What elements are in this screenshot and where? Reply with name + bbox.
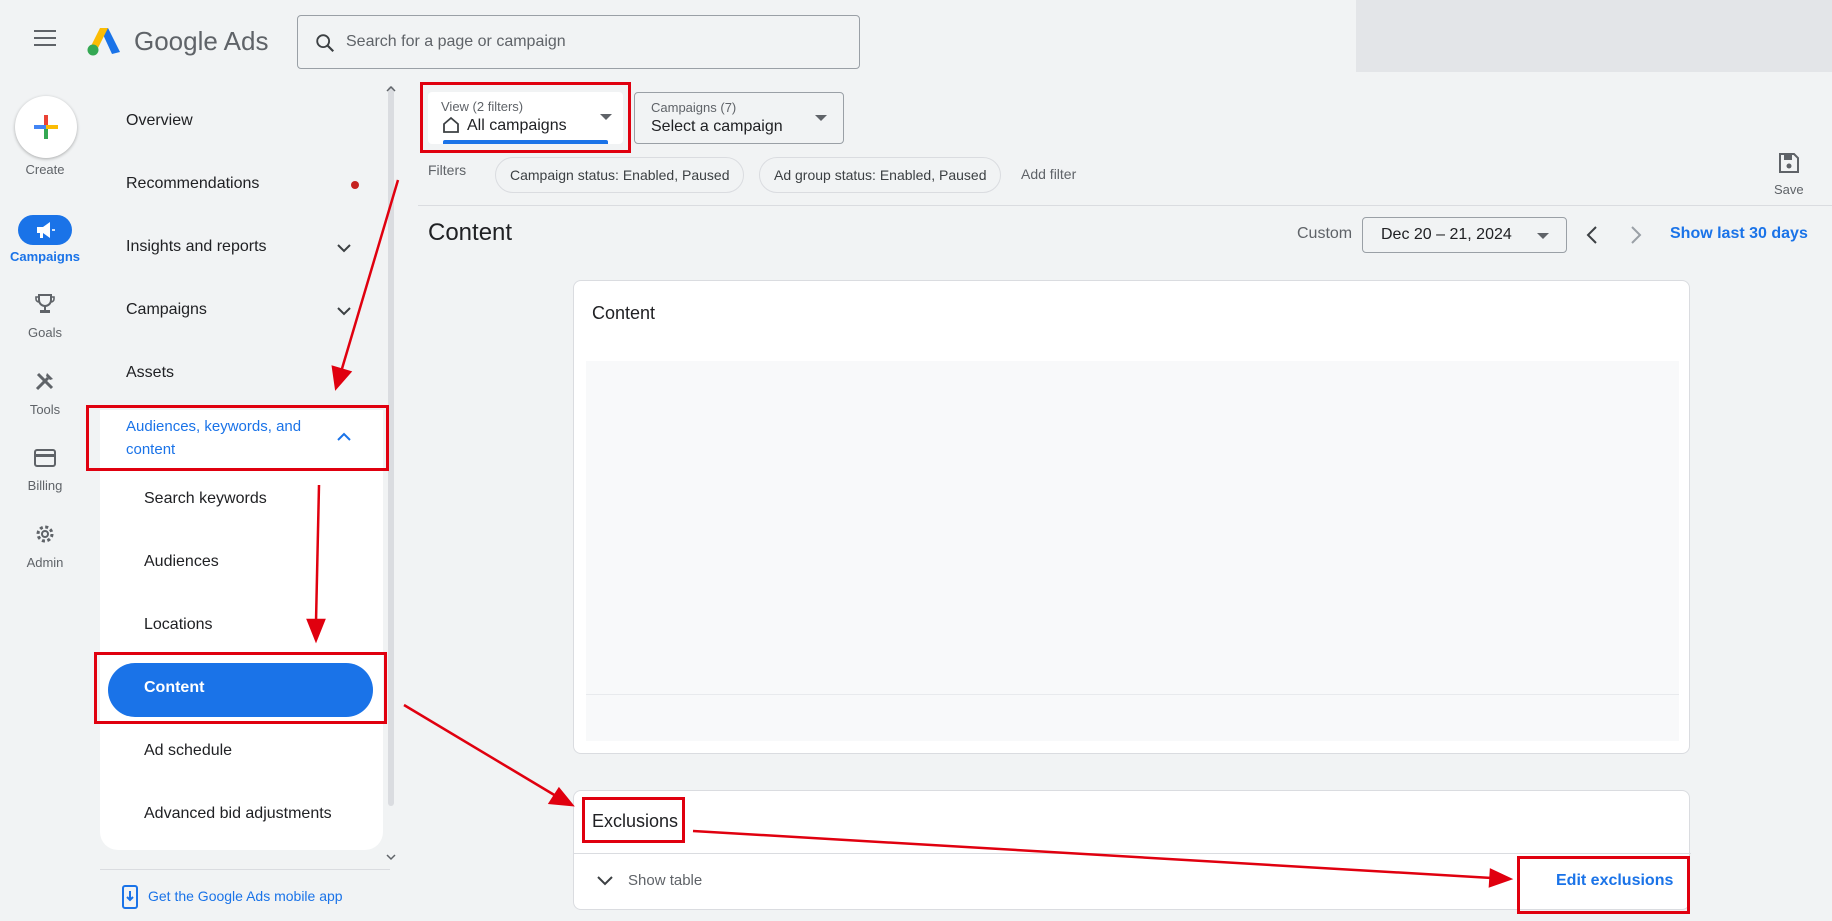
campaign-count: Campaigns (7) [651, 100, 737, 115]
save-label[interactable]: Save [1774, 182, 1804, 197]
date-range-picker[interactable]: Dec 20 – 21, 2024 [1362, 217, 1567, 253]
chevron-down-icon[interactable] [596, 875, 614, 887]
trophy-icon[interactable] [33, 292, 57, 316]
show-table-toggle[interactable]: Show table [628, 872, 702, 889]
credit-card-icon[interactable] [33, 446, 57, 470]
mobile-download-icon[interactable] [122, 885, 138, 909]
rail-admin-label[interactable]: Admin [0, 555, 90, 570]
rail-tools-label[interactable]: Tools [0, 402, 90, 417]
chevron-down-icon[interactable] [336, 306, 352, 316]
annotation-box-audiences-group [86, 405, 389, 471]
caret-down-icon [815, 115, 827, 121]
rail-goals-label[interactable]: Goals [0, 325, 90, 340]
annotation-box-view-filter [420, 82, 631, 153]
search-box[interactable] [297, 15, 860, 69]
nav-subitems-panel [100, 410, 383, 850]
nav-ad-schedule[interactable]: Ad schedule [144, 742, 232, 760]
filter-chip-ad-group-status[interactable]: Ad group status: Enabled, Paused [759, 157, 1002, 193]
content-card: Content [573, 280, 1690, 754]
show-last-30-days-button[interactable]: Show last 30 days [1670, 225, 1808, 243]
nav-advanced-bid-adjustments[interactable]: Advanced bid adjustments [144, 805, 332, 823]
gear-icon[interactable] [33, 522, 57, 546]
annotation-box-exclusions-title [582, 797, 685, 843]
filter-chip-campaign-status[interactable]: Campaign status: Enabled, Paused [495, 157, 745, 193]
page-title: Content [428, 219, 513, 246]
megaphone-icon [37, 222, 55, 238]
plus-icon [34, 115, 58, 139]
annotation-box-edit-exclusions [1517, 856, 1690, 914]
nav-divider [100, 869, 390, 870]
nav-recommendations[interactable]: Recommendations [126, 175, 259, 193]
mobile-app-link[interactable]: Get the Google Ads mobile app [148, 888, 343, 904]
date-range-type: Custom [1297, 225, 1353, 242]
save-icon[interactable] [1778, 152, 1800, 174]
nav-overview[interactable]: Overview [126, 112, 193, 130]
content-card-divider [586, 694, 1679, 695]
campaign-selector-value: Select a campaign [651, 118, 783, 135]
top-header: Google Ads [0, 0, 1832, 72]
create-button[interactable] [15, 96, 77, 158]
create-label: Create [25, 162, 65, 177]
nav-insights-and-reports[interactable]: Insights and reports [126, 238, 267, 256]
nav-campaigns[interactable]: Campaigns [126, 301, 207, 319]
header-right-area [1356, 0, 1832, 72]
google-ads-logo-icon [87, 28, 120, 56]
search-icon [316, 34, 335, 53]
content-card-title: Content [592, 303, 656, 323]
content-card-chart-area [586, 361, 1679, 741]
chevron-down-icon[interactable] [336, 243, 352, 253]
add-filter-button[interactable]: Add filter [1021, 166, 1076, 182]
rail-campaigns-button[interactable] [18, 215, 72, 245]
rail-billing-label[interactable]: Billing [0, 478, 90, 493]
nav-locations[interactable]: Locations [144, 616, 213, 634]
exclusions-divider [574, 853, 1691, 854]
hamburger-menu-icon[interactable] [34, 30, 56, 46]
chevron-left-icon[interactable] [1580, 222, 1606, 248]
scroll-up-icon[interactable] [385, 84, 397, 92]
notification-dot [351, 181, 359, 189]
search-input[interactable] [346, 28, 846, 56]
date-range-value: Dec 20 – 21, 2024 [1381, 226, 1512, 243]
filters-label: Filters [428, 162, 467, 178]
annotation-box-content-nav [94, 652, 387, 724]
nav-search-keywords[interactable]: Search keywords [144, 490, 267, 508]
rail-campaigns-label: Campaigns [9, 249, 81, 264]
scroll-down-icon[interactable] [385, 854, 397, 862]
nav-assets[interactable]: Assets [126, 364, 174, 382]
tools-icon[interactable] [33, 369, 57, 393]
campaign-selector-dropdown[interactable]: Campaigns (7) Select a campaign [634, 92, 844, 144]
product-name: Google Ads [134, 26, 269, 56]
filter-bar-divider [418, 205, 1832, 206]
nav-audiences[interactable]: Audiences [144, 553, 219, 571]
caret-down-icon [1537, 233, 1549, 239]
chevron-right-icon[interactable] [1622, 222, 1648, 248]
